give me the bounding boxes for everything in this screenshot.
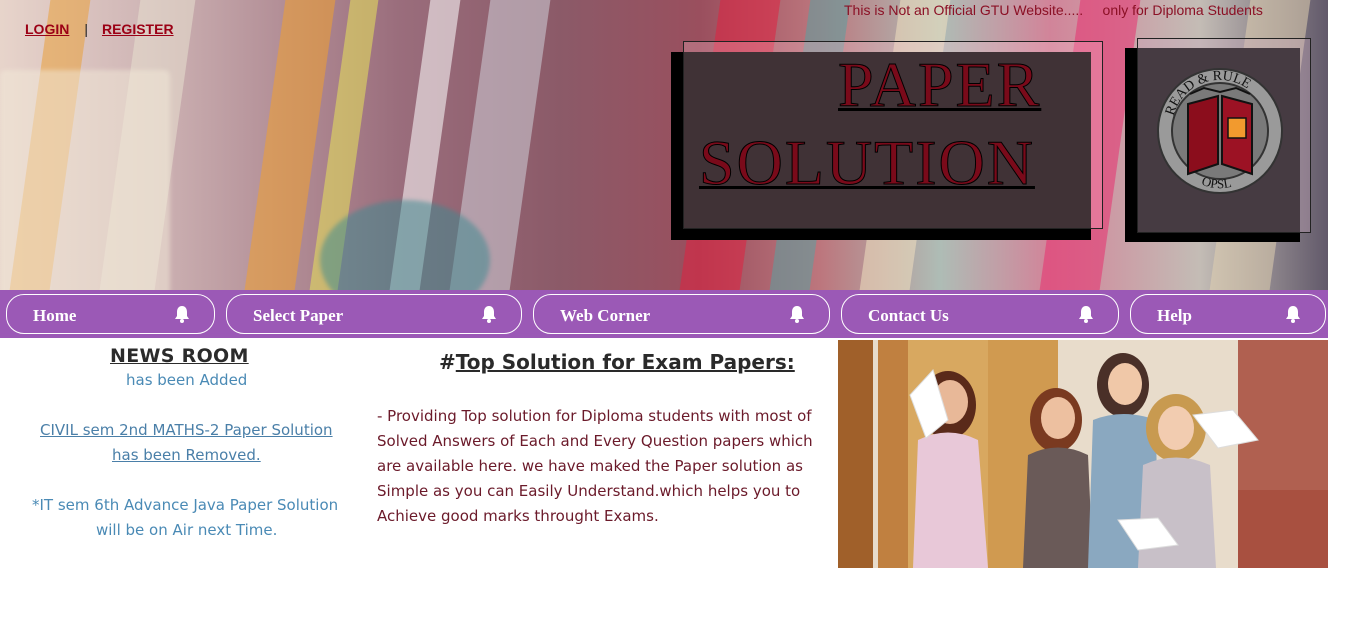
news-line: *IT sem 6th Advance Java Paper Solution (32, 496, 339, 514)
nav-item-help[interactable]: Help (1130, 294, 1326, 334)
news-link[interactable]: CIVIL sem 2nd MATHS-2 Paper Solution (40, 421, 333, 439)
bell-icon (1079, 306, 1093, 323)
bell-icon (790, 306, 804, 323)
nav-item-label: Home (33, 306, 77, 325)
solution-heading: #Top Solution for Exam Papers: (439, 350, 795, 374)
nav-item-label: Contact Us (868, 306, 949, 325)
register-link[interactable]: REGISTER (102, 21, 174, 37)
banner-decor (0, 70, 170, 290)
read-and-rule-logo: READ & RULE OPSL (1157, 68, 1283, 194)
nav-item-home[interactable]: Home (6, 294, 215, 334)
solution-description: - Providing Top solution for Diploma stu… (377, 407, 813, 525)
bell-icon (482, 306, 496, 323)
disclaimer-text: This is Not an Official GTU Website.....… (844, 2, 1263, 18)
login-link[interactable]: LOGIN (25, 21, 69, 37)
auth-separator: | (84, 21, 88, 37)
solution-heading-hash: # (439, 350, 456, 374)
main-nav: Home Select Paper Web Corner Contact Us … (0, 290, 1328, 338)
auth-links: LOGIN | REGISTER (25, 21, 174, 37)
nav-item-label: Select Paper (253, 306, 344, 325)
solution-heading-text: Top Solution for Exam Papers: (455, 350, 795, 374)
brand-title-line2: SOLUTION (699, 127, 1035, 199)
nav-item-label: Web Corner (560, 306, 651, 325)
nav-item-label: Help (1157, 306, 1192, 325)
news-room-title: NEWS ROOM (110, 345, 249, 367)
news-line: has been Added (126, 371, 248, 389)
students-photo (838, 340, 1328, 568)
nav-item-web-corner[interactable]: Web Corner (533, 294, 830, 334)
nav-item-contact-us[interactable]: Contact Us (841, 294, 1119, 334)
news-line: will be on Air next Time. (96, 521, 278, 539)
news-link[interactable]: has been Removed. (112, 446, 261, 464)
bell-icon (175, 306, 189, 323)
bell-icon (1286, 306, 1300, 323)
brand-title-line1: PAPER (837, 49, 1042, 121)
nav-item-select-paper[interactable]: Select Paper (226, 294, 522, 334)
